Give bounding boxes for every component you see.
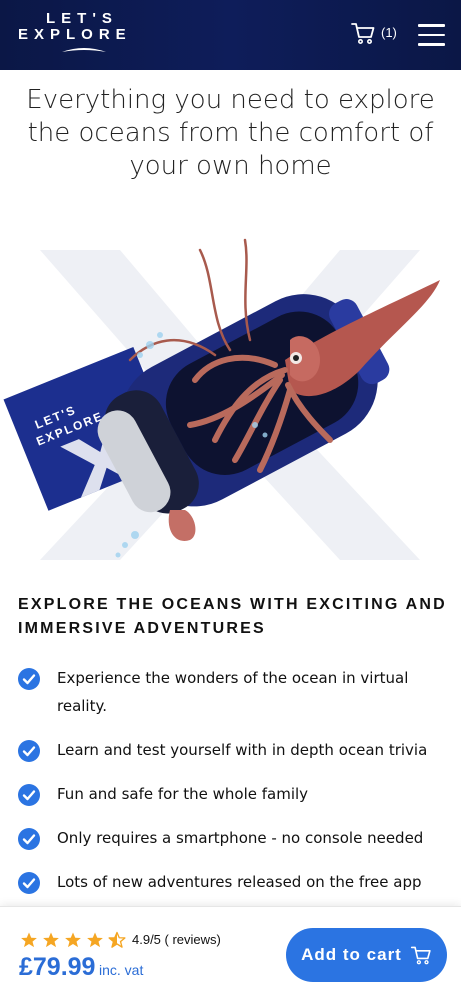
star-rating <box>20 931 130 949</box>
logo-line-1: LET'S <box>46 10 118 27</box>
shopping-cart-icon[interactable] <box>350 20 376 46</box>
rating-text[interactable]: 4.9/5 ( reviews) <box>132 932 221 947</box>
list-item: Learn and test yourself with in depth oc… <box>18 736 448 764</box>
list-item: Experience the wonders of the ocean in v… <box>18 664 448 720</box>
star-full-icon <box>43 932 59 948</box>
feature-text: Learn and test yourself with in depth oc… <box>57 741 428 759</box>
cart-icon <box>410 946 431 965</box>
hero-title: Everything you need to explore the ocean… <box>26 85 435 181</box>
check-circle-icon <box>18 828 40 850</box>
feature-text: Fun and safe for the whole family <box>57 785 309 803</box>
site-header: LET'S EXPLORE (1) <box>0 0 461 70</box>
star-full-icon <box>65 932 81 948</box>
price: £79.99 <box>19 953 96 981</box>
price-suffix: inc. vat <box>99 962 144 978</box>
feature-text: Only requires a smartphone - no console … <box>57 829 424 847</box>
list-item: Lots of new adventures released on the f… <box>18 868 448 896</box>
section-title: EXPLORE THE OCEANS WITH EXCITING AND IMM… <box>18 596 447 637</box>
star-full-icon <box>21 932 37 948</box>
feature-text: Experience the wonders of the ocean in v… <box>57 669 409 715</box>
check-circle-icon <box>18 784 40 806</box>
lets-explore-logo[interactable]: LET'S EXPLORE <box>18 10 150 58</box>
list-item: Fun and safe for the whole family <box>18 780 448 808</box>
star-full-icon <box>87 932 103 948</box>
cart-count-badge[interactable]: (1) <box>381 25 397 40</box>
star-half-icon <box>108 931 126 948</box>
check-circle-icon <box>18 872 40 894</box>
logo-line-2: EXPLORE <box>18 26 132 43</box>
feature-list: Experience the wonders of the ocean in v… <box>18 664 448 896</box>
check-circle-icon <box>18 740 40 762</box>
vr-headset-squid-illustration: LET'S EXPLORE <box>3 238 440 560</box>
list-item: Only requires a smartphone - no console … <box>18 824 448 852</box>
add-to-cart-label: Add to cart <box>301 945 402 964</box>
hamburger-menu-icon[interactable] <box>418 24 445 46</box>
check-circle-icon <box>18 668 40 690</box>
add-to-cart-button[interactable]: Add to cart <box>286 928 447 982</box>
purchase-bar: 4.9/5 ( reviews) £79.99 inc. vat Add to … <box>0 906 461 1000</box>
feature-text: Lots of new adventures released on the f… <box>57 873 422 891</box>
logo-swoosh-icon <box>62 48 106 52</box>
